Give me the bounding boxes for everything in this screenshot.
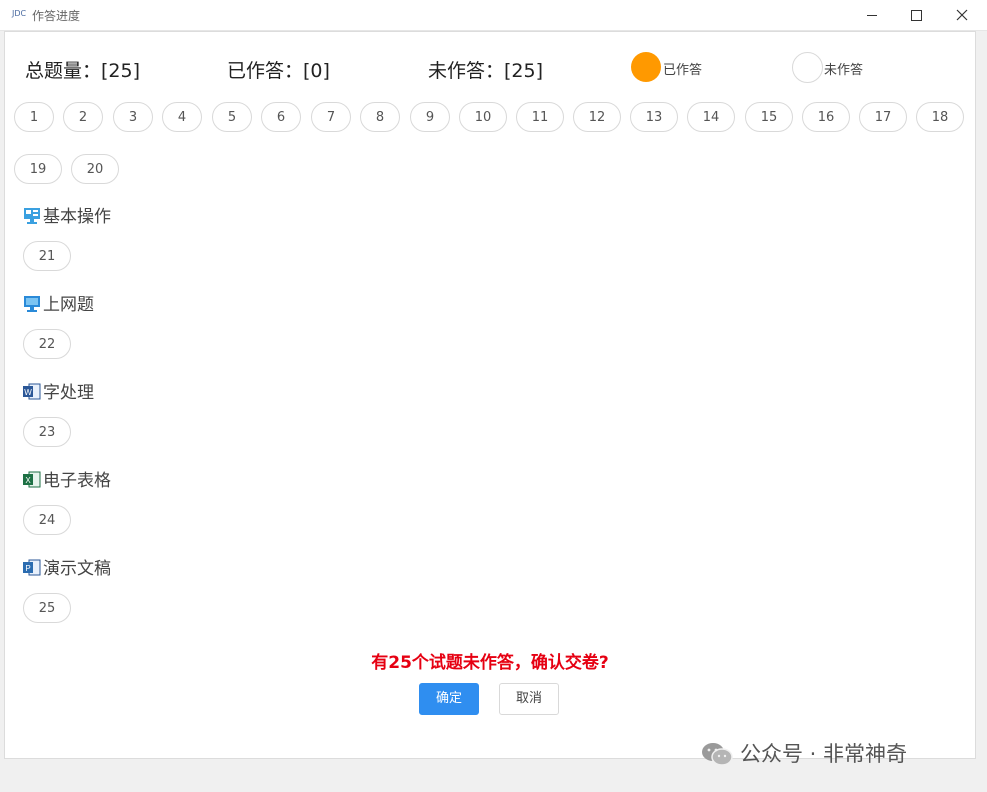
question-button-16[interactable]: 16 xyxy=(802,102,850,132)
section-title: 字处理 xyxy=(43,383,94,403)
answered-count: 已作答：[0] xyxy=(227,60,330,82)
question-button-10[interactable]: 10 xyxy=(459,102,507,132)
answered-legend-label: 已作答 xyxy=(663,63,703,78)
progress-panel: 总题量：[25] 已作答：[0] 未作答：[25] 已作答 未作答 1 2 3 … xyxy=(4,31,976,759)
question-button-20[interactable]: 20 xyxy=(71,154,119,184)
confirm-button[interactable]: 确定 xyxy=(419,683,479,715)
section-title: 电子表格 xyxy=(43,471,111,491)
question-button-3[interactable]: 3 xyxy=(113,102,153,132)
question-button-15[interactable]: 15 xyxy=(745,102,793,132)
title-bar: JDC 作答进度 xyxy=(0,0,987,31)
question-button-8[interactable]: 8 xyxy=(360,102,400,132)
question-button-17[interactable]: 17 xyxy=(859,102,907,132)
cancel-button[interactable]: 取消 xyxy=(499,683,559,715)
question-button-1[interactable]: 1 xyxy=(14,102,54,132)
close-icon xyxy=(956,9,968,21)
question-button-14[interactable]: 14 xyxy=(687,102,735,132)
powerpoint-icon: P xyxy=(23,559,41,576)
computer-settings-icon xyxy=(24,208,40,224)
question-button-18[interactable]: 18 xyxy=(916,102,964,132)
unanswered-legend-label: 未作答 xyxy=(824,63,864,78)
monitor-icon xyxy=(24,296,40,312)
question-button-19[interactable]: 19 xyxy=(14,154,62,184)
word-icon: W xyxy=(23,383,41,400)
question-button-5[interactable]: 5 xyxy=(212,102,252,132)
maximize-button[interactable] xyxy=(893,0,939,30)
section-internet: 上网题 xyxy=(23,294,94,316)
excel-icon: X xyxy=(23,471,41,488)
minimize-button[interactable] xyxy=(849,0,895,30)
question-button-12[interactable]: 12 xyxy=(573,102,621,132)
section-basic-ops: 基本操作 xyxy=(23,206,111,228)
section-powerpoint: P 演示文稿 xyxy=(23,558,111,580)
answered-legend-dot xyxy=(631,52,661,82)
maximize-icon xyxy=(911,10,922,21)
question-button-6[interactable]: 6 xyxy=(261,102,301,132)
section-excel: X 电子表格 xyxy=(23,470,111,492)
confirm-message: 有25个试题未作答，确认交卷? xyxy=(371,653,609,673)
question-button-9[interactable]: 9 xyxy=(410,102,450,132)
question-button-2[interactable]: 2 xyxy=(63,102,103,132)
question-button-25[interactable]: 25 xyxy=(23,593,71,623)
section-title: 演示文稿 xyxy=(43,559,111,579)
question-button-11[interactable]: 11 xyxy=(516,102,564,132)
wechat-icon xyxy=(702,743,733,766)
watermark: 公众号 · 非常神奇 xyxy=(700,738,907,768)
window-title: 作答进度 xyxy=(32,9,81,23)
section-word: W 字处理 xyxy=(23,382,94,404)
question-button-4[interactable]: 4 xyxy=(162,102,202,132)
section-title: 上网题 xyxy=(43,295,94,315)
minimize-icon xyxy=(867,15,877,16)
total-count: 总题量：[25] xyxy=(25,60,141,82)
svg-text:P: P xyxy=(25,564,30,573)
question-button-23[interactable]: 23 xyxy=(23,417,71,447)
svg-text:X: X xyxy=(25,476,31,485)
app-icon: JDC xyxy=(12,9,27,18)
svg-text:W: W xyxy=(24,388,32,397)
question-button-24[interactable]: 24 xyxy=(23,505,71,535)
unanswered-count: 未作答：[25] xyxy=(428,60,544,82)
question-button-13[interactable]: 13 xyxy=(630,102,678,132)
question-button-7[interactable]: 7 xyxy=(311,102,351,132)
watermark-text: 公众号 · 非常神奇 xyxy=(740,742,908,766)
question-button-22[interactable]: 22 xyxy=(23,329,71,359)
close-button[interactable] xyxy=(939,0,985,30)
unanswered-legend-dot xyxy=(792,52,823,83)
question-button-21[interactable]: 21 xyxy=(23,241,71,271)
section-title: 基本操作 xyxy=(43,207,111,227)
